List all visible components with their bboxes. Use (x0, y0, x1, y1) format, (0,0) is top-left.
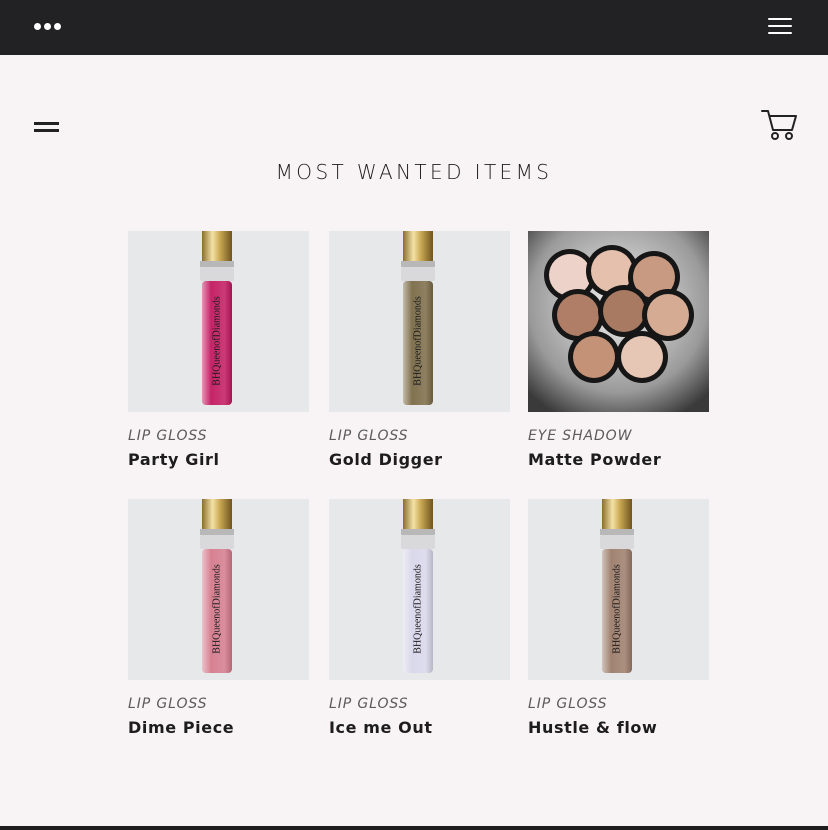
product-card[interactable]: BHQueenofDiamonds LIP GLOSS Dime Piece (128, 499, 309, 737)
product-image[interactable]: BHQueenofDiamonds (128, 231, 309, 412)
product-name[interactable]: Ice me Out (329, 718, 433, 737)
product-name[interactable]: Dime Piece (128, 718, 234, 737)
top-bar (0, 0, 828, 55)
product-image[interactable]: BHQueenofDiamonds (528, 499, 709, 680)
product-category: EYE SHADOW (528, 428, 633, 444)
product-card[interactable]: EYE SHADOW Matte Powder (528, 231, 709, 469)
product-name[interactable]: Party Girl (128, 450, 220, 469)
product-card[interactable]: BHQueenofDiamonds LIP GLOSS Ice me Out (329, 499, 510, 737)
brand-label: BHQueenofDiamonds (611, 564, 622, 654)
menu-icon[interactable] (34, 122, 59, 133)
product-category: LIP GLOSS (528, 696, 608, 712)
product-image[interactable]: BHQueenofDiamonds (128, 499, 309, 680)
hamburger-icon[interactable] (768, 18, 792, 35)
brand-label: BHQueenofDiamonds (412, 564, 423, 654)
cart-icon[interactable] (760, 108, 798, 142)
product-image[interactable]: BHQueenofDiamonds (329, 499, 510, 680)
product-category: LIP GLOSS (128, 696, 208, 712)
section-title: MOST WANTED ITEMS (275, 160, 553, 184)
divider (0, 826, 828, 830)
brand-label: BHQueenofDiamonds (412, 296, 423, 386)
product-category: LIP GLOSS (128, 428, 208, 444)
product-image[interactable]: BHQueenofDiamonds (329, 231, 510, 412)
product-name[interactable]: Hustle & flow (528, 718, 657, 737)
product-name[interactable]: Matte Powder (528, 450, 661, 469)
product-image[interactable] (528, 231, 709, 412)
brand-label: BHQueenofDiamonds (211, 564, 222, 654)
product-name[interactable]: Gold Digger (329, 450, 443, 469)
brand-label: BHQueenofDiamonds (211, 296, 222, 386)
product-card[interactable]: BHQueenofDiamonds LIP GLOSS Gold Digger (329, 231, 510, 469)
product-card[interactable]: BHQueenofDiamonds LIP GLOSS Hustle & flow (528, 499, 709, 737)
product-card[interactable]: BHQueenofDiamonds LIP GLOSS Party Girl (128, 231, 309, 469)
product-category: LIP GLOSS (329, 428, 409, 444)
product-category: LIP GLOSS (329, 696, 409, 712)
ellipsis-icon[interactable] (34, 23, 61, 30)
